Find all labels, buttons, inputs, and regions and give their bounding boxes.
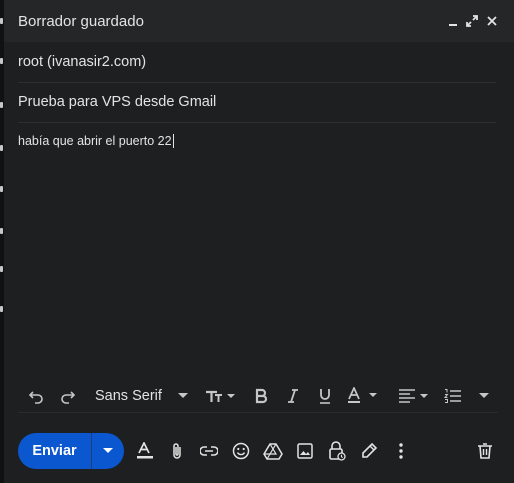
compose-header[interactable]: Borrador guardado bbox=[4, 0, 514, 42]
undo-button[interactable] bbox=[26, 386, 46, 406]
minimize-button[interactable] bbox=[444, 12, 462, 30]
expand-icon bbox=[466, 15, 478, 27]
text-color-button[interactable] bbox=[346, 386, 380, 406]
trash-icon bbox=[478, 443, 492, 459]
align-icon bbox=[399, 389, 428, 403]
formatting-toolbar: Sans Serif bbox=[18, 380, 498, 413]
fullscreen-button[interactable] bbox=[463, 12, 481, 30]
link-icon bbox=[200, 446, 218, 456]
schedule-send-button[interactable] bbox=[92, 433, 124, 469]
close-icon bbox=[487, 16, 497, 26]
more-formatting-button[interactable] bbox=[476, 388, 492, 404]
bold-icon bbox=[255, 388, 268, 404]
more-options-button[interactable] bbox=[390, 440, 412, 462]
font-size-icon bbox=[206, 390, 235, 402]
italic-button[interactable] bbox=[283, 386, 303, 406]
numbered-list-button[interactable] bbox=[442, 386, 464, 406]
font-family-dropdown[interactable] bbox=[176, 388, 190, 404]
insert-link-button[interactable] bbox=[198, 440, 220, 462]
redo-icon bbox=[61, 391, 76, 404]
insert-drive-button[interactable] bbox=[262, 440, 284, 462]
chevron-down-icon bbox=[103, 448, 113, 453]
align-button[interactable] bbox=[396, 386, 432, 406]
italic-icon bbox=[288, 389, 298, 403]
font-size-button[interactable] bbox=[203, 386, 239, 406]
bold-button[interactable] bbox=[251, 386, 271, 406]
insert-signature-button[interactable] bbox=[358, 440, 380, 462]
numbered-list-icon bbox=[444, 389, 461, 403]
send-button[interactable]: Enviar bbox=[18, 433, 91, 469]
attach-file-button[interactable] bbox=[166, 440, 188, 462]
formatting-options-icon bbox=[137, 442, 153, 459]
compose-window: Borrador guardado root (ivanasir2.com) P… bbox=[4, 0, 514, 483]
subject-text[interactable]: Prueba para VPS desde Gmail bbox=[18, 94, 216, 110]
insert-emoji-button[interactable] bbox=[230, 440, 252, 462]
message-body[interactable]: había que abrir el puerto 22 bbox=[18, 134, 174, 148]
drive-icon bbox=[263, 443, 283, 460]
redo-button[interactable] bbox=[58, 386, 78, 406]
formatting-options-button[interactable] bbox=[134, 440, 156, 462]
subject-field[interactable]: Prueba para VPS desde Gmail bbox=[18, 82, 496, 123]
confidential-mode-button[interactable] bbox=[326, 440, 348, 462]
confidential-icon bbox=[329, 441, 346, 461]
dropdown-arrow-icon bbox=[178, 393, 188, 398]
more-options-icon bbox=[399, 443, 403, 459]
discard-draft-button[interactable] bbox=[474, 440, 496, 462]
undo-icon bbox=[28, 391, 43, 404]
attach-icon bbox=[173, 443, 181, 459]
font-family-select[interactable]: Sans Serif bbox=[95, 388, 162, 404]
more-formatting-icon bbox=[479, 393, 489, 398]
emoji-icon bbox=[232, 442, 250, 460]
to-recipient[interactable]: root (ivanasir2.com) bbox=[18, 54, 146, 70]
text-caret bbox=[172, 134, 174, 148]
photo-icon bbox=[297, 443, 313, 459]
minimize-icon bbox=[449, 24, 457, 26]
underline-button[interactable] bbox=[315, 386, 335, 406]
text-color-icon bbox=[348, 387, 377, 403]
close-button[interactable] bbox=[483, 12, 501, 30]
to-field[interactable]: root (ivanasir2.com) bbox=[18, 42, 496, 83]
message-body-text: había que abrir el puerto 22 bbox=[18, 134, 172, 148]
insert-photo-button[interactable] bbox=[294, 440, 316, 462]
send-button-group: Enviar bbox=[18, 433, 124, 469]
underline-icon bbox=[320, 389, 330, 404]
signature-icon bbox=[362, 442, 378, 458]
draft-status-title: Borrador guardado bbox=[18, 13, 144, 30]
